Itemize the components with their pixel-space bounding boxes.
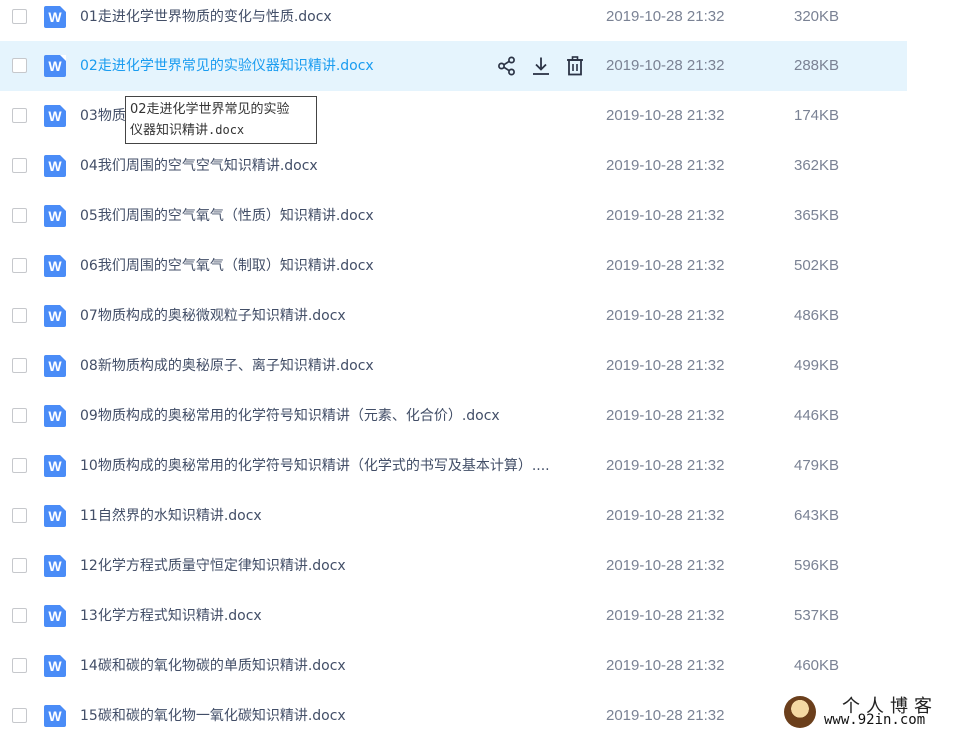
file-name[interactable]: 14碳和碳的氧化物碳的单质知识精讲.docx [80,641,346,691]
row-checkbox[interactable] [12,258,27,273]
file-name[interactable]: 11自然界的水知识精讲.docx [80,491,262,541]
file-name[interactable]: 01走进化学世界物质的变化与性质.docx [80,0,332,42]
file-date: 2019-10-28 21:32 [606,357,725,374]
file-date: 2019-10-28 21:32 [606,507,725,524]
word-doc-icon: W [44,455,66,477]
file-size: 320KB [794,8,840,25]
file-name[interactable]: 02走进化学世界常见的实验仪器知识精讲.docx [80,41,374,91]
file-size: 460KB [794,657,840,674]
file-row[interactable]: W 11自然界的水知识精讲.docx 2019-10-28 21:32 643K… [0,491,907,541]
word-doc-icon: W [44,655,66,677]
file-name[interactable]: 10物质构成的奥秘常用的化学符号知识精讲（化学式的书写及基本计算）.... [80,441,550,491]
row-checkbox[interactable] [12,358,27,373]
file-size: 446KB [794,407,840,424]
file-date: 2019-10-28 21:32 [606,657,725,674]
row-checkbox[interactable] [12,9,27,24]
word-doc-icon: W [44,705,66,727]
file-date: 2019-10-28 21:32 [606,607,725,624]
share-icon[interactable] [496,55,518,77]
file-row[interactable]: W 13化学方程式知识精讲.docx 2019-10-28 21:32 537K… [0,591,907,641]
row-actions [496,55,586,77]
word-doc-icon: W [44,555,66,577]
word-doc-icon: W [44,155,66,177]
file-date: 2019-10-28 21:32 [606,307,725,324]
file-row[interactable]: W 10物质构成的奥秘常用的化学符号知识精讲（化学式的书写及基本计算）.... … [0,441,907,491]
watermark: 个人博客 www.92in.com [784,692,970,732]
file-date: 2019-10-28 21:32 [606,557,725,574]
download-icon[interactable] [530,55,552,77]
row-checkbox[interactable] [12,658,27,673]
file-date: 2019-10-28 21:32 [606,207,725,224]
row-checkbox[interactable] [12,408,27,423]
word-doc-icon: W [44,405,66,427]
row-checkbox[interactable] [12,158,27,173]
row-checkbox[interactable] [12,308,27,323]
file-row[interactable]: W 07物质构成的奥秘微观粒子知识精讲.docx 2019-10-28 21:3… [0,291,907,341]
file-name[interactable]: 04我们周围的空气空气知识精讲.docx [80,141,318,191]
delete-icon[interactable] [564,55,586,77]
word-doc-icon: W [44,205,66,227]
tooltip-line-2: 仪器知识精讲.docx [130,120,312,141]
file-date: 2019-10-28 21:32 [606,57,725,74]
file-name[interactable]: 08新物质构成的奥秘原子、离子知识精讲.docx [80,341,374,391]
row-checkbox[interactable] [12,458,27,473]
file-size: 596KB [794,557,840,574]
row-checkbox[interactable] [12,58,27,73]
file-name[interactable]: 05我们周围的空气氧气（性质）知识精讲.docx [80,191,374,241]
file-row[interactable]: W 08新物质构成的奥秘原子、离子知识精讲.docx 2019-10-28 21… [0,341,907,391]
row-checkbox[interactable] [12,508,27,523]
word-doc-icon: W [44,505,66,527]
file-name[interactable]: 03物质 [80,91,126,141]
file-name[interactable]: 12化学方程式质量守恒定律知识精讲.docx [80,541,346,591]
file-size: 499KB [794,357,840,374]
file-date: 2019-10-28 21:32 [606,457,725,474]
word-doc-icon: W [44,305,66,327]
file-size: 174KB [794,107,840,124]
watermark-avatar [784,696,816,728]
word-doc-icon: W [44,255,66,277]
file-name[interactable]: 07物质构成的奥秘微观粒子知识精讲.docx [80,291,346,341]
file-row-hovered[interactable]: W 02走进化学世界常见的实验仪器知识精讲.docx 2019-10-28 21… [0,41,907,91]
file-size: 288KB [794,57,840,74]
file-size: 502KB [794,257,840,274]
file-name[interactable]: 13化学方程式知识精讲.docx [80,591,262,641]
file-size: 479KB [794,457,840,474]
row-checkbox[interactable] [12,608,27,623]
file-date: 2019-10-28 21:32 [606,257,725,274]
word-doc-icon: W [44,55,66,77]
file-row[interactable]: W 09物质构成的奥秘常用的化学符号知识精讲（元素、化合价）.docx 2019… [0,391,907,441]
word-doc-icon: W [44,105,66,127]
file-date: 2019-10-28 21:32 [606,8,725,25]
file-size: 362KB [794,157,840,174]
file-size: 537KB [794,607,840,624]
file-row[interactable]: W 12化学方程式质量守恒定律知识精讲.docx 2019-10-28 21:3… [0,541,907,591]
row-checkbox[interactable] [12,558,27,573]
row-checkbox[interactable] [12,108,27,123]
file-row[interactable]: W 05我们周围的空气氧气（性质）知识精讲.docx 2019-10-28 21… [0,191,907,241]
file-row[interactable]: W 04我们周围的空气空气知识精讲.docx 2019-10-28 21:32 … [0,141,907,191]
word-doc-icon: W [44,6,66,28]
file-row[interactable]: W 14碳和碳的氧化物碳的单质知识精讲.docx 2019-10-28 21:3… [0,641,907,691]
tooltip-line-2-ext: .docx [208,123,245,137]
file-date: 2019-10-28 21:32 [606,107,725,124]
file-row[interactable]: W 01走进化学世界物质的变化与性质.docx 2019-10-28 21:32… [0,0,907,42]
word-doc-icon: W [44,605,66,627]
file-size: 365KB [794,207,840,224]
file-size: 486KB [794,307,840,324]
file-size: 643KB [794,507,840,524]
file-date: 2019-10-28 21:32 [606,407,725,424]
filename-tooltip: 02走进化学世界常见的实验 仪器知识精讲.docx [125,96,317,144]
tooltip-line-1: 02走进化学世界常见的实验 [130,102,290,117]
file-name[interactable]: 06我们周围的空气氧气（制取）知识精讲.docx [80,241,374,291]
tooltip-line-2-name: 仪器知识精讲 [130,123,209,138]
watermark-url: www.92in.com [824,712,926,728]
file-date: 2019-10-28 21:32 [606,157,725,174]
file-row[interactable]: W 06我们周围的空气氧气（制取）知识精讲.docx 2019-10-28 21… [0,241,907,291]
word-doc-icon: W [44,355,66,377]
file-name[interactable]: 09物质构成的奥秘常用的化学符号知识精讲（元素、化合价）.docx [80,391,500,441]
row-checkbox[interactable] [12,208,27,223]
row-checkbox[interactable] [12,708,27,723]
